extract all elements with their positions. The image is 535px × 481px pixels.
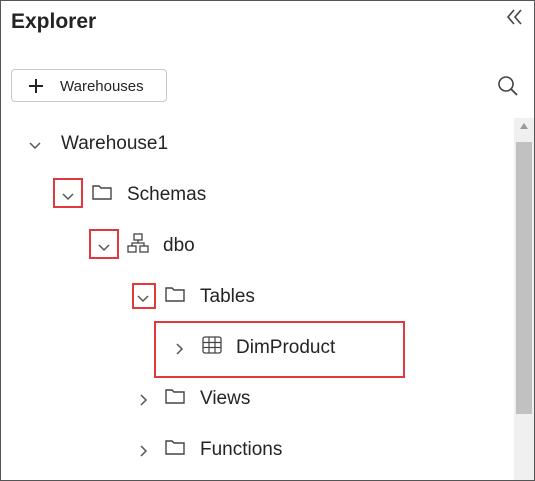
chevron-down-icon[interactable] [135,290,151,306]
schema-icon [127,233,149,253]
chevron-right-icon[interactable] [135,392,151,408]
tree-node-views[interactable]: Views [131,379,431,419]
folder-icon [92,185,112,200]
scroll-up-arrow-icon[interactable] [519,122,529,130]
add-warehouses-button[interactable]: Warehouses [11,69,167,102]
add-warehouses-label: Warehouses [60,78,144,95]
folder-icon [165,287,185,302]
explorer-tree: Warehouse1 Schemas dbo Tables DimProduct… [1,118,513,480]
chevron-right-icon[interactable] [171,341,187,357]
tree-node-functions[interactable]: Functions [131,430,431,470]
folder-icon [165,440,185,455]
tree-node-warehouse1[interactable]: Warehouse1 [21,124,321,164]
table-grid-icon [202,336,222,354]
vertical-scrollbar[interactable] [514,118,534,480]
tree-node-dimproduct[interactable]: DimProduct [163,328,403,368]
chevron-down-icon[interactable] [27,137,43,153]
folder-icon [165,389,185,404]
collapse-panel-button[interactable] [503,7,527,29]
double-chevron-left-icon [506,9,522,25]
tree-node-label: dbo [163,235,195,256]
tree-node-label: DimProduct [236,337,336,358]
search-icon [498,76,518,96]
explorer-panel: Explorer Warehouses Warehouse1 Schemas d… [0,0,535,481]
chevron-right-icon[interactable] [135,443,151,459]
search-button[interactable] [497,75,519,97]
tree-node-label: Views [200,388,251,409]
chevron-down-icon[interactable] [96,239,112,255]
tree-node-dbo[interactable]: dbo [89,226,389,266]
scrollbar-thumb[interactable] [516,142,532,414]
tree-node-label: Schemas [127,184,207,205]
tree-node-label: Functions [200,439,283,460]
tree-node-label: Tables [200,286,255,307]
tree-node-tables[interactable]: Tables [131,277,431,317]
tree-node-schemas[interactable]: Schemas [53,175,353,215]
chevron-down-icon[interactable] [60,188,76,204]
plus-icon [29,79,43,93]
panel-title: Explorer [11,10,97,33]
tree-node-label: Warehouse1 [61,133,169,154]
